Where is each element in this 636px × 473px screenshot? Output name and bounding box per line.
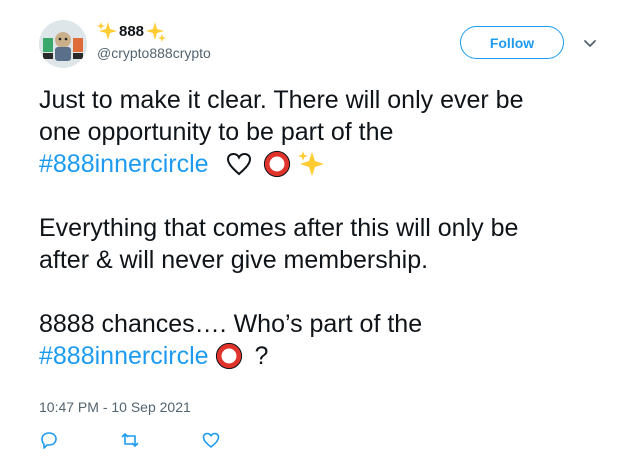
white-heart-icon [226, 152, 251, 176]
tweet-line: #888innercircle ? [39, 340, 619, 372]
retweet-icon[interactable] [120, 430, 140, 450]
tweet-text: Just to make it clear. There will only e… [39, 84, 619, 372]
sparkles-icon [297, 151, 324, 176]
display-name-text: 888 [119, 22, 145, 40]
tweet-line: one opportunity to be part of the [39, 118, 394, 146]
display-name[interactable]: 888 [97, 20, 167, 42]
tweet-actions [39, 430, 239, 450]
tweet-timestamp[interactable]: 10:47 PM - 10 Sep 2021 [39, 399, 191, 415]
tweet-line: Everything that comes after this will on… [39, 214, 519, 242]
hollow-red-circle-icon [263, 150, 290, 178]
user-handle[interactable]: @crypto888crypto [97, 45, 211, 61]
hashtag-link[interactable]: #888innercircle [39, 340, 209, 372]
chevron-down-icon[interactable] [582, 35, 598, 51]
sparkles-icon [146, 22, 167, 42]
follow-button[interactable]: Follow [460, 26, 564, 59]
tweet-line: 8888 chances…. Who’s part of the [39, 310, 423, 338]
tweet-line: Just to make it clear. There will only e… [39, 86, 524, 114]
like-icon[interactable] [201, 430, 221, 450]
reply-icon[interactable] [39, 430, 59, 450]
tweet-line: after & will never give membership. [39, 246, 429, 274]
avatar[interactable] [39, 20, 87, 68]
hashtag-link[interactable]: #888innercircle [39, 148, 209, 180]
hollow-red-circle-icon [215, 342, 242, 370]
tweet-line: #888innercircle [39, 148, 619, 180]
question-mark: ? [254, 342, 269, 370]
sparkles-icon [97, 22, 117, 40]
avatar-image [39, 20, 87, 68]
